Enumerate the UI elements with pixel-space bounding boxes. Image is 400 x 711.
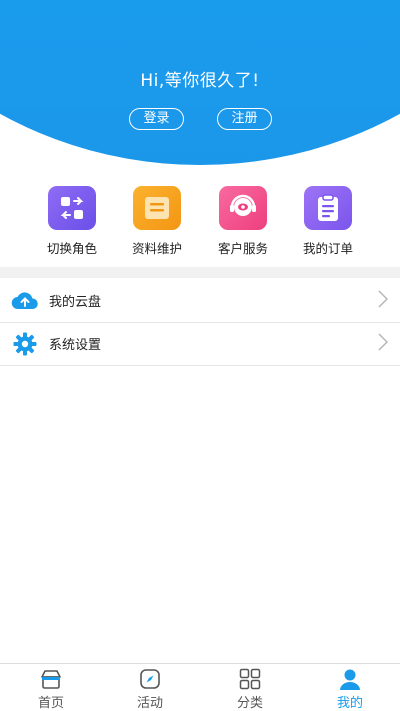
greeting-text: Hi,等你很久了!	[140, 71, 260, 91]
profile-maintenance-label: 资料维护	[131, 241, 182, 256]
menu-item-cloud-drive[interactable]: 我的云盘	[0, 279, 400, 323]
my-orders-label: 我的订单	[302, 241, 353, 256]
tab-label: 分类	[236, 696, 263, 711]
user-icon	[320, 667, 380, 691]
customer-service-icon	[219, 186, 267, 230]
profile-header: Hi,等你很久了! 登录 注册	[0, 0, 400, 165]
grid-icon	[220, 667, 280, 691]
menu-item-label: 我的云盘	[49, 295, 102, 310]
tab-label: 活动	[136, 696, 163, 711]
tab-label: 我的	[336, 696, 363, 711]
customer-service-button[interactable]: 客户服务	[207, 186, 279, 257]
login-button[interactable]: 登录	[129, 108, 184, 130]
customer-service-label: 客户服务	[217, 241, 268, 256]
compass-icon	[120, 667, 180, 691]
tab-mine[interactable]: 我的	[320, 667, 380, 711]
switch-role-label: 切换角色	[46, 241, 97, 256]
profile-maintenance-icon	[133, 186, 181, 230]
my-orders-button[interactable]: 我的订单	[292, 186, 364, 257]
gear-icon	[10, 332, 40, 356]
switch-role-icon	[48, 186, 96, 230]
bottom-tab-bar: 首页 活动 分类 我的	[0, 663, 400, 711]
chevron-right-icon	[378, 289, 389, 312]
tab-categories[interactable]: 分类	[220, 667, 280, 711]
menu-item-settings[interactable]: 系统设置	[0, 322, 400, 366]
chevron-right-icon	[378, 332, 389, 355]
quick-actions: 切换角色 资料维护 客户服务 我的订单	[0, 186, 400, 256]
home-icon	[21, 667, 81, 691]
register-button[interactable]: 注册	[217, 108, 272, 130]
cloud-upload-icon	[10, 290, 40, 312]
tab-label: 首页	[37, 696, 64, 711]
switch-role-button[interactable]: 切换角色	[36, 186, 108, 257]
tab-activity[interactable]: 活动	[120, 667, 180, 711]
order-clipboard-icon	[304, 186, 352, 230]
profile-maintenance-button[interactable]: 资料维护	[121, 186, 193, 257]
section-divider	[0, 267, 400, 278]
menu-item-label: 系统设置	[49, 338, 102, 353]
tab-home[interactable]: 首页	[21, 667, 81, 711]
